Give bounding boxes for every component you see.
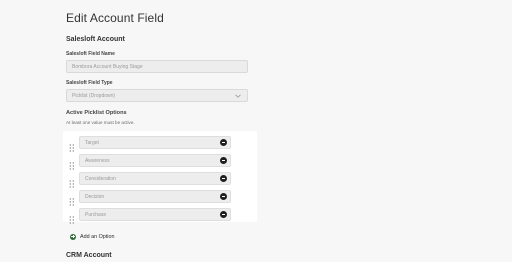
option-input-decision[interactable]: Decision: [79, 190, 231, 203]
field-type-select[interactable]: Picklist (Dropdown): [66, 89, 248, 102]
picklist-options-list: Target Awareness Consideration Decision …: [63, 131, 257, 224]
remove-option-icon[interactable]: [220, 175, 227, 182]
field-type-label: Salesloft Field Type: [66, 80, 113, 86]
drag-handle-icon[interactable]: [69, 211, 75, 224]
field-name-value: Bombora Account Buying Stage: [72, 64, 143, 70]
picklist-helper-text: At least one value must be active.: [66, 120, 135, 125]
list-item: Target: [63, 136, 257, 152]
chevron-down-icon: [235, 90, 241, 102]
drag-handle-icon[interactable]: [69, 157, 75, 170]
remove-option-icon[interactable]: [220, 157, 227, 164]
remove-option-icon[interactable]: [220, 193, 227, 200]
option-label: Awareness: [85, 158, 110, 164]
drag-handle-icon[interactable]: [69, 193, 75, 206]
option-input-target[interactable]: Target: [79, 136, 231, 149]
field-type-value: Picklist (Dropdown): [72, 93, 116, 99]
page-title: Edit Account Field: [66, 11, 164, 25]
option-label: Purchase: [85, 212, 107, 218]
list-item: Decision: [63, 190, 257, 206]
drag-handle-icon[interactable]: [69, 175, 75, 188]
plus-circle-icon: [70, 233, 76, 240]
option-input-awareness[interactable]: Awareness: [79, 154, 231, 167]
remove-option-icon[interactable]: [220, 139, 227, 146]
option-label: Target: [85, 140, 99, 146]
list-item: Awareness: [63, 154, 257, 170]
list-item: Purchase: [63, 208, 257, 224]
option-input-consideration[interactable]: Consideration: [79, 172, 231, 185]
field-name-input[interactable]: Bombora Account Buying Stage: [66, 60, 248, 73]
salesloft-account-heading: Salesloft Account: [66, 36, 125, 43]
edit-account-field-page: Edit Account Field Salesloft Account Sal…: [0, 0, 512, 262]
option-label: Decision: [85, 194, 105, 200]
add-option-label: Add an Option: [80, 233, 115, 240]
option-input-purchase[interactable]: Purchase: [79, 208, 231, 221]
picklist-options-heading: Active Picklist Options: [66, 110, 127, 116]
drag-handle-icon[interactable]: [69, 139, 75, 152]
list-item: Consideration: [63, 172, 257, 188]
crm-account-heading: CRM Account: [66, 252, 112, 259]
remove-option-icon[interactable]: [220, 211, 227, 218]
option-label: Consideration: [85, 176, 116, 182]
field-name-label: Salesloft Field Name: [66, 51, 115, 57]
add-option-button[interactable]: Add an Option: [70, 232, 114, 241]
